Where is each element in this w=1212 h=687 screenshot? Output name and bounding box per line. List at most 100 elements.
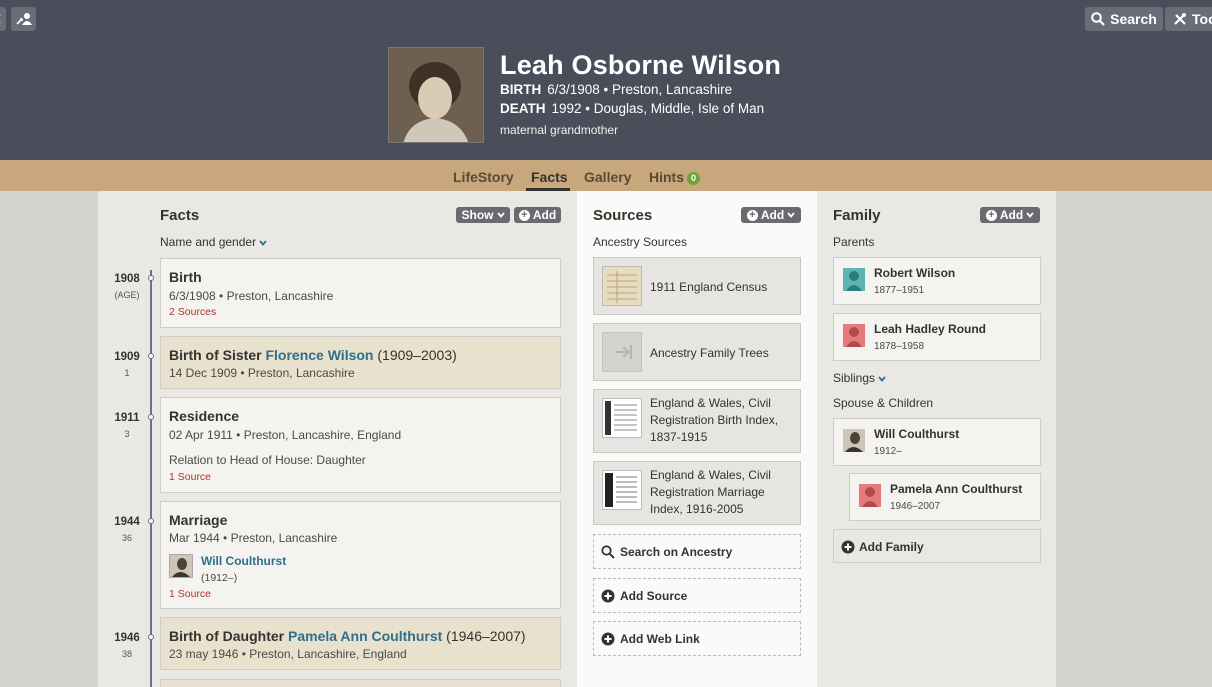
sources-add-button[interactable]: + Add bbox=[741, 207, 801, 223]
siblings-toggle[interactable]: Siblings bbox=[833, 371, 887, 385]
family-member-father[interactable]: Robert Wilson 1877–1951 bbox=[833, 257, 1041, 305]
family-member-spouse[interactable]: Will Coulthurst 1912– bbox=[833, 418, 1041, 466]
add-source-button[interactable]: Add Source bbox=[593, 578, 801, 613]
timeline-year: 1909 bbox=[114, 351, 140, 363]
name-gender-toggle[interactable]: Name and gender bbox=[160, 235, 268, 249]
tab-facts[interactable]: Facts bbox=[531, 169, 568, 185]
timeline-year: 1944 bbox=[114, 516, 140, 528]
plus-icon: + bbox=[746, 209, 758, 221]
menu-button[interactable] bbox=[0, 7, 6, 31]
add-family-button[interactable]: Add Family bbox=[833, 529, 1041, 563]
tab-gallery[interactable]: Gallery bbox=[584, 169, 631, 185]
person-pedigree-icon bbox=[15, 13, 32, 25]
portrait-image bbox=[389, 48, 483, 142]
fact-title-prefix: Birth of Sister bbox=[169, 347, 266, 363]
family-add-button[interactable]: + Add bbox=[980, 207, 1040, 223]
fact-sources-link[interactable]: 1 Source bbox=[169, 471, 211, 483]
timeline-age: 1 bbox=[124, 368, 130, 378]
parents-label: Parents bbox=[833, 235, 875, 249]
fact-sources-link[interactable]: 2 Sources bbox=[169, 306, 216, 318]
fact-title-prefix: Birth of Daughter bbox=[169, 628, 288, 644]
add-web-link-button[interactable]: Add Web Link bbox=[593, 621, 801, 656]
fact-card-marriage[interactable]: Marriage Mar 1944 • Preston, Lancashire … bbox=[160, 501, 561, 609]
family-member-dates: 1877–1951 bbox=[874, 285, 925, 296]
tab-hints-label: Hints bbox=[649, 169, 684, 185]
facts-title: Facts bbox=[160, 207, 200, 224]
family-member-mother[interactable]: Leah Hadley Round 1878–1958 bbox=[833, 313, 1041, 361]
marriage-index-thumbnail bbox=[602, 470, 642, 510]
tools-button[interactable]: Too bbox=[1165, 7, 1212, 31]
search-on-ancestry-label: Search on Ancestry bbox=[620, 545, 733, 559]
facts-show-button[interactable]: Show bbox=[456, 207, 510, 223]
family-member-child[interactable]: Pamela Ann Coulthurst 1946–2007 bbox=[849, 473, 1041, 521]
facts-add-button[interactable]: + Add bbox=[514, 207, 561, 223]
fact-title: Marriage bbox=[169, 512, 228, 528]
spouse-photo bbox=[845, 432, 863, 452]
fact-card-daughter-birth[interactable]: Birth of Daughter Pamela Ann Coulthurst … bbox=[160, 617, 561, 670]
spouse-dates: (1912–) bbox=[201, 572, 238, 584]
timeline-dot bbox=[148, 414, 154, 420]
female-avatar-icon bbox=[859, 484, 881, 507]
timeline-dot bbox=[148, 275, 154, 281]
fact-card-birth[interactable]: Birth 6/3/1908 • Preston, Lancashire 2 S… bbox=[160, 258, 561, 328]
add-label: Add bbox=[760, 208, 785, 222]
search-on-ancestry-button[interactable]: Search on Ancestry bbox=[593, 534, 801, 569]
chevron-down-icon bbox=[259, 240, 268, 246]
search-button[interactable]: Search bbox=[1085, 7, 1163, 31]
chevron-left-icon bbox=[0, 15, 1, 23]
fact-date-place: 14 Dec 1909 • Preston, Lancashire bbox=[169, 366, 355, 380]
chevron-down-icon bbox=[787, 212, 795, 218]
chevron-down-icon bbox=[496, 212, 505, 218]
source-title: Ancestry Family Trees bbox=[650, 346, 769, 360]
fact-sources-link[interactable]: 1 Source bbox=[169, 588, 211, 600]
person-silhouette bbox=[846, 271, 862, 291]
person-silhouette bbox=[862, 487, 878, 507]
source-card[interactable]: 1911 England Census bbox=[593, 257, 801, 315]
add-label: Add bbox=[999, 208, 1024, 222]
spouse-photo-icon bbox=[843, 429, 865, 452]
daughter-dates: (1946–2007) bbox=[442, 628, 526, 644]
tree-pedigree-button[interactable] bbox=[11, 7, 36, 31]
fact-date-place: 23 may 1946 • Preston, Lancashire, Engla… bbox=[169, 647, 407, 661]
birth-label: BIRTH bbox=[500, 82, 542, 97]
spouse-link[interactable]: Will Coulthurst bbox=[201, 554, 286, 568]
plus-icon: + bbox=[518, 209, 530, 221]
add-label: Add bbox=[532, 208, 557, 222]
plus-icon: + bbox=[985, 209, 997, 221]
fact-date-place: 6/3/1908 • Preston, Lancashire bbox=[169, 289, 334, 303]
fact-title: Birth of Daughter Pamela Ann Coulthurst … bbox=[169, 628, 526, 644]
sister-dates: (1909–2003) bbox=[373, 347, 457, 363]
source-card[interactable]: Ancestry Family Trees bbox=[593, 323, 801, 381]
timeline-age: 3 bbox=[124, 429, 130, 439]
person-name: Leah Osborne Wilson bbox=[500, 50, 782, 80]
plus-circle-icon bbox=[841, 540, 855, 554]
source-card[interactable]: England & Wales, Civil Registration Marr… bbox=[593, 461, 801, 525]
family-member-dates: 1878–1958 bbox=[874, 341, 925, 352]
fact-card-partial[interactable] bbox=[160, 679, 561, 687]
document-icon bbox=[605, 473, 637, 507]
tab-hints[interactable]: Hints 0 bbox=[649, 169, 700, 185]
search-icon bbox=[601, 545, 615, 559]
timeline-age: 36 bbox=[121, 533, 132, 543]
source-card[interactable]: England & Wales, Civil Registration Birt… bbox=[593, 389, 801, 453]
plus-circle-icon bbox=[601, 589, 615, 603]
male-avatar-icon bbox=[843, 268, 865, 291]
timeline-dot bbox=[148, 634, 154, 640]
tab-lifestory[interactable]: LifeStory bbox=[453, 169, 514, 185]
timeline-age: 38 bbox=[121, 649, 132, 659]
timeline-year: 1908 bbox=[114, 273, 140, 285]
timeline-year: 1911 bbox=[114, 412, 140, 424]
fact-card-sister-birth[interactable]: Birth of Sister Florence Wilson (1909–20… bbox=[160, 336, 561, 389]
tools-icon bbox=[1174, 13, 1186, 25]
fact-card-residence[interactable]: Residence 02 Apr 1911 • Preston, Lancash… bbox=[160, 397, 561, 493]
person-silhouette bbox=[846, 327, 862, 347]
relationship-label: maternal grandmother bbox=[500, 123, 619, 137]
family-member-name: Robert Wilson bbox=[874, 266, 956, 280]
fact-title: Birth bbox=[169, 269, 202, 285]
profile-photo[interactable] bbox=[388, 47, 484, 143]
death-vital: DEATH 1992 • Douglas, Middle, Isle of Man bbox=[500, 101, 764, 116]
sister-link[interactable]: Florence Wilson bbox=[265, 347, 373, 363]
daughter-link[interactable]: Pamela Ann Coulthurst bbox=[288, 628, 442, 644]
birth-value: 6/3/1908 • Preston, Lancashire bbox=[547, 82, 733, 97]
birth-index-thumbnail bbox=[602, 398, 642, 438]
